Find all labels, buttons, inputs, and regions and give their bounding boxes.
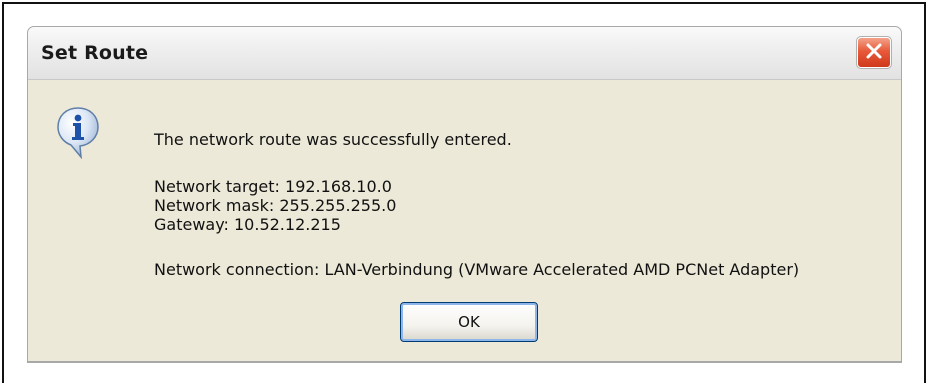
- set-route-dialog: Set Route The network route was successf…: [27, 26, 902, 362]
- title-bar[interactable]: Set Route: [28, 27, 901, 80]
- gateway-text: Gateway: 10.52.12.215: [154, 215, 341, 234]
- close-button[interactable]: [856, 36, 892, 69]
- dialog-title: Set Route: [41, 42, 149, 64]
- info-icon: [55, 105, 101, 165]
- message-headline: The network route was successfully enter…: [154, 130, 512, 149]
- ok-button-label: OK: [458, 313, 480, 331]
- dialog-bottom-edge: [27, 362, 902, 363]
- network-connection-text: Network connection: LAN-Verbindung (VMwa…: [154, 260, 800, 279]
- ok-button[interactable]: OK: [400, 302, 538, 342]
- network-target-text: Network target: 192.168.10.0: [154, 177, 392, 196]
- network-mask-text: Network mask: 255.255.255.0: [154, 196, 397, 215]
- close-icon: [864, 41, 884, 65]
